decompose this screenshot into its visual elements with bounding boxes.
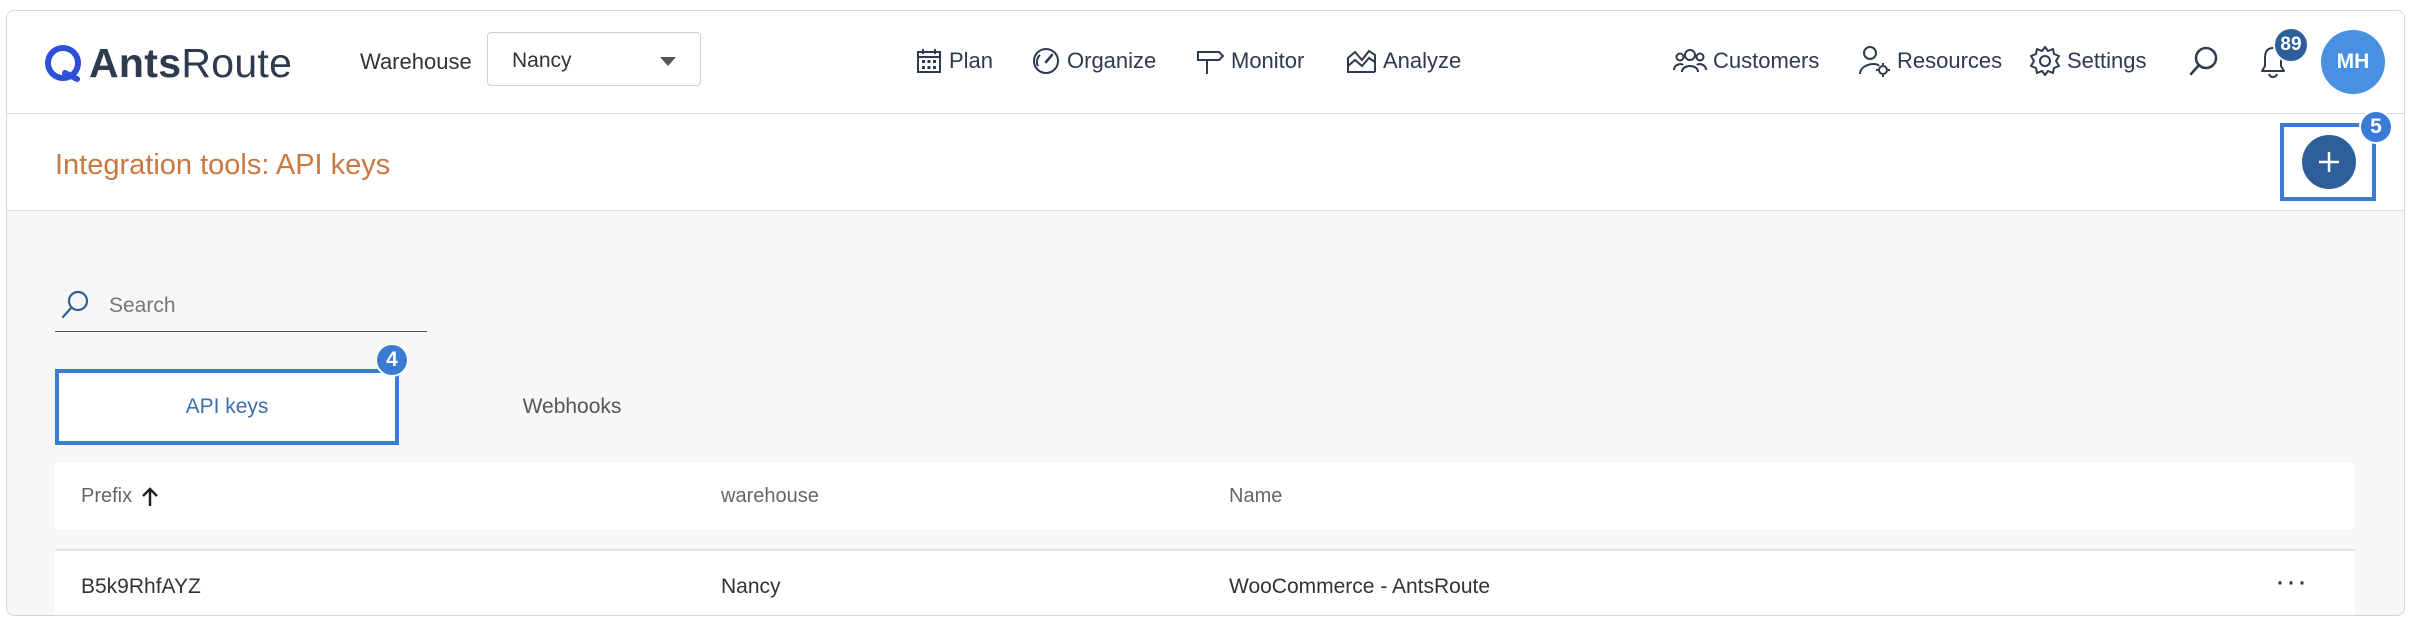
calendar-icon	[917, 49, 941, 73]
tab-webhooks-label: Webhooks	[522, 395, 622, 418]
nav-analyze-label: Analyze	[1383, 48, 1462, 73]
user-avatar[interactable]: MH	[2321, 30, 2385, 94]
search-icon	[61, 290, 89, 319]
nav-organize-label: Organize	[1067, 48, 1157, 73]
antsroute-logo[interactable]: AntsRoute	[43, 35, 292, 91]
row-actions-more-icon[interactable]: ···	[2275, 565, 2308, 599]
nav-plan-label: Plan	[949, 48, 994, 73]
column-header-name-label: Name	[1229, 485, 1283, 507]
chart-icon	[1347, 49, 1376, 73]
nav-customers[interactable]: Customers	[1673, 41, 1819, 81]
warehouse-select-value: Nancy	[512, 49, 572, 72]
customers-icon	[1673, 49, 1707, 73]
step-marker-4: 4	[375, 343, 409, 377]
column-header-warehouse-label: warehouse	[721, 485, 819, 507]
nav-settings[interactable]: Settings	[2029, 41, 2147, 81]
column-header-prefix-label: Prefix	[81, 485, 133, 507]
resources-icon	[1859, 46, 1890, 77]
add-api-key-button[interactable]	[2302, 135, 2356, 189]
search-button[interactable]	[2187, 44, 2221, 83]
table-header: Prefix warehouse Name	[55, 463, 2355, 529]
cell-prefix: B5k9RhfAYZ	[81, 575, 201, 598]
notification-count-badge: 89	[2273, 27, 2309, 63]
tab-webhooks[interactable]: Webhooks	[407, 369, 737, 445]
search-field[interactable]	[55, 281, 427, 332]
cell-warehouse: Nancy	[721, 575, 781, 598]
table-row[interactable]: B5k9RhfAYZ Nancy WooCommerce - AntsRoute…	[55, 549, 2355, 615]
nav-customers-label: Customers	[1713, 48, 1820, 73]
cell-name: WooCommerce - AntsRoute	[1229, 575, 1491, 598]
page-header: Integration tools: API keys	[7, 114, 2404, 211]
app-window: AntsRoute Warehouse Nancy Plan Organize …	[6, 10, 2405, 616]
sort-ascending-icon	[142, 486, 159, 506]
caret-down-icon	[660, 57, 676, 66]
nav-monitor-label: Monitor	[1231, 48, 1305, 73]
column-header-warehouse[interactable]: warehouse	[721, 485, 819, 508]
column-header-prefix[interactable]: Prefix	[81, 485, 160, 508]
search-input[interactable]	[107, 287, 411, 325]
nav-organize[interactable]: Organize	[1031, 41, 1156, 81]
page-title: Integration tools: API keys	[55, 149, 391, 181]
step-marker-5: 5	[2359, 110, 2393, 144]
logo-text-light: Route	[181, 39, 293, 86]
gear-icon	[2030, 46, 2060, 76]
nav-analyze[interactable]: Analyze	[1345, 41, 1461, 81]
tab-api-keys[interactable]: API keys	[55, 369, 399, 445]
logo-text-bold: Ants	[89, 39, 182, 86]
nav-plan[interactable]: Plan	[915, 41, 993, 81]
warehouse-label: Warehouse	[360, 49, 472, 74]
nav-settings-label: Settings	[2067, 48, 2147, 73]
nav-resources[interactable]: Resources	[1857, 41, 2002, 81]
nav-monitor[interactable]: Monitor	[1195, 41, 1304, 81]
search-icon	[2189, 46, 2218, 76]
tab-api-keys-label: API keys	[185, 395, 269, 418]
nav-resources-label: Resources	[1897, 48, 2003, 73]
logo-mark-icon	[45, 45, 81, 82]
warehouse-select[interactable]: Nancy	[487, 32, 701, 86]
signpost-icon	[1197, 51, 1225, 74]
plus-icon	[2319, 152, 2339, 172]
gauge-icon	[1033, 48, 1059, 74]
top-navbar: AntsRoute Warehouse Nancy Plan Organize …	[7, 11, 2404, 114]
column-header-name[interactable]: Name	[1229, 485, 1282, 508]
